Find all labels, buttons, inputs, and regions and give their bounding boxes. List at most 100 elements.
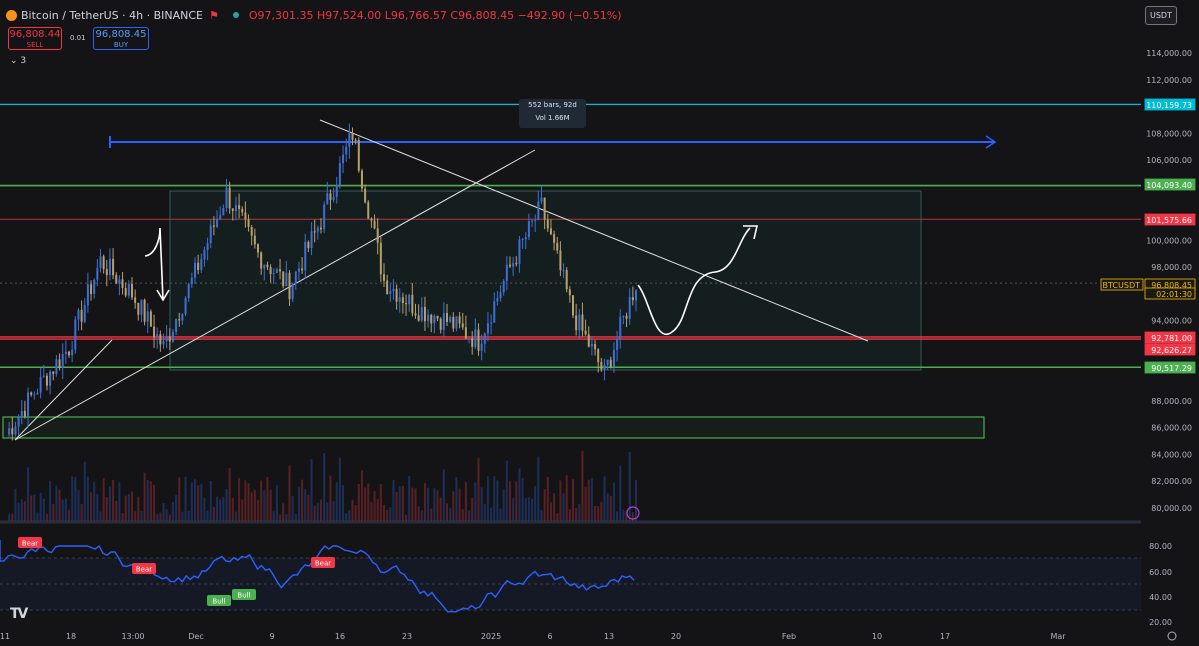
buy-button[interactable]: 96,808.45 BUY [93,27,149,50]
candle-body [146,311,149,322]
volume-bar [301,479,304,521]
volume-bar [631,512,634,521]
candle-body [108,258,111,276]
volume-bar [464,481,467,521]
candle-body [20,410,23,418]
volume-bar [499,508,502,521]
time-axis-label: 9 [269,632,274,641]
candle-body [405,303,408,305]
candle-body [288,272,291,300]
ohlc-open: O97,301.35 [248,8,314,22]
volume-bar [392,480,395,521]
volume-bar [96,493,99,521]
rsi-signal-label: Bull [212,598,225,606]
time-axis-label: 6 [547,632,552,641]
candle-body [367,202,370,219]
candle-body [36,392,39,395]
candle-body [461,323,464,328]
candle-body [360,170,363,189]
candle-body [531,220,534,222]
candle-body [505,264,508,281]
volume-bar [58,489,61,521]
candle-body [342,154,345,164]
measure-tooltip: 552 bars, 92d Vol 1.66M [519,99,586,128]
candle-body [423,306,426,322]
candle-body [275,269,278,274]
candle-body [474,329,477,347]
candle-body [93,279,96,295]
candle-body [512,262,515,267]
candle-body [389,291,392,294]
currency-selector[interactable]: USDT [1145,6,1177,25]
volume-bar [578,504,581,521]
volume-bar [146,480,149,521]
candle-body [181,314,184,321]
volume-bar [401,485,404,521]
volume-bar [93,481,96,521]
candle-body [354,139,357,141]
candle-body [395,288,398,302]
candle-body [203,249,206,260]
volume-bar [14,488,17,521]
volume-bar [477,457,480,521]
price-axis-label: 88,000.00 [1151,397,1192,406]
volume-bar [124,495,127,521]
volume-bar [326,502,329,521]
candle-body [414,313,417,316]
candle-body [597,349,600,363]
candle-body [168,336,171,342]
candle-body [575,315,578,331]
volume-bar [187,510,190,521]
volume-bar [486,476,489,521]
candle-body [383,274,385,281]
candle-body [159,334,162,345]
volume-bar [99,511,102,521]
volume-bar [140,511,143,521]
volume-bar [168,514,171,521]
candle-body [480,343,483,351]
candle-body [206,243,209,250]
candle-body [234,205,237,212]
sell-button[interactable]: 96,808.44 SELL [8,27,62,50]
volume-bar [134,511,137,521]
volume-bar [320,499,322,521]
price-axis-label: 94,000.00 [1151,317,1192,326]
volume-bar [458,488,461,521]
candle-body [297,268,300,272]
volume-bar [253,489,256,521]
candle-body [17,417,20,427]
time-axis-label: 2025 [481,632,501,641]
symbol-title[interactable]: Bitcoin / TetherUS · 4h · BINANCE [21,9,203,22]
candle-body [14,426,17,435]
volume-bar [194,479,196,521]
flag-icon[interactable]: ⚑ [209,9,219,22]
candle-body [635,290,637,301]
volume-bar [165,509,168,521]
rsi-axis-label: 80.00 [1149,542,1172,551]
volume-bar [279,514,282,521]
volume-bar [30,495,33,521]
candle-body [600,362,603,370]
candle-body [102,256,105,270]
price-tag-label: 02:01:30 [1156,290,1192,299]
price-axis-label: 106,000.00 [1146,156,1192,165]
candle-body [212,225,215,227]
rsi-axis-label: 40.00 [1149,593,1172,602]
candle-body [52,371,55,374]
candle-body [379,242,382,275]
indicators-toggle[interactable]: ⌄ 3 [10,56,26,66]
volume-bar [572,479,574,521]
price-tag-label: 90,517.29 [1151,364,1192,373]
volume-bar [531,498,534,521]
price-chart[interactable]: Bear Bear Bull Bull Bear 114,000.00 112,000.00… [0,0,1199,646]
volume-bar [297,487,300,521]
volume-bar [423,482,426,521]
candle-body [112,258,115,276]
candle-body [496,298,499,302]
spread-value: 0.01 [70,34,86,42]
buy-price: 96,808.45 [95,29,147,40]
tradingview-logo-icon[interactable]: TV [10,606,28,622]
candle-body [493,301,496,323]
candle-body [537,201,540,220]
candle-body [483,333,486,344]
